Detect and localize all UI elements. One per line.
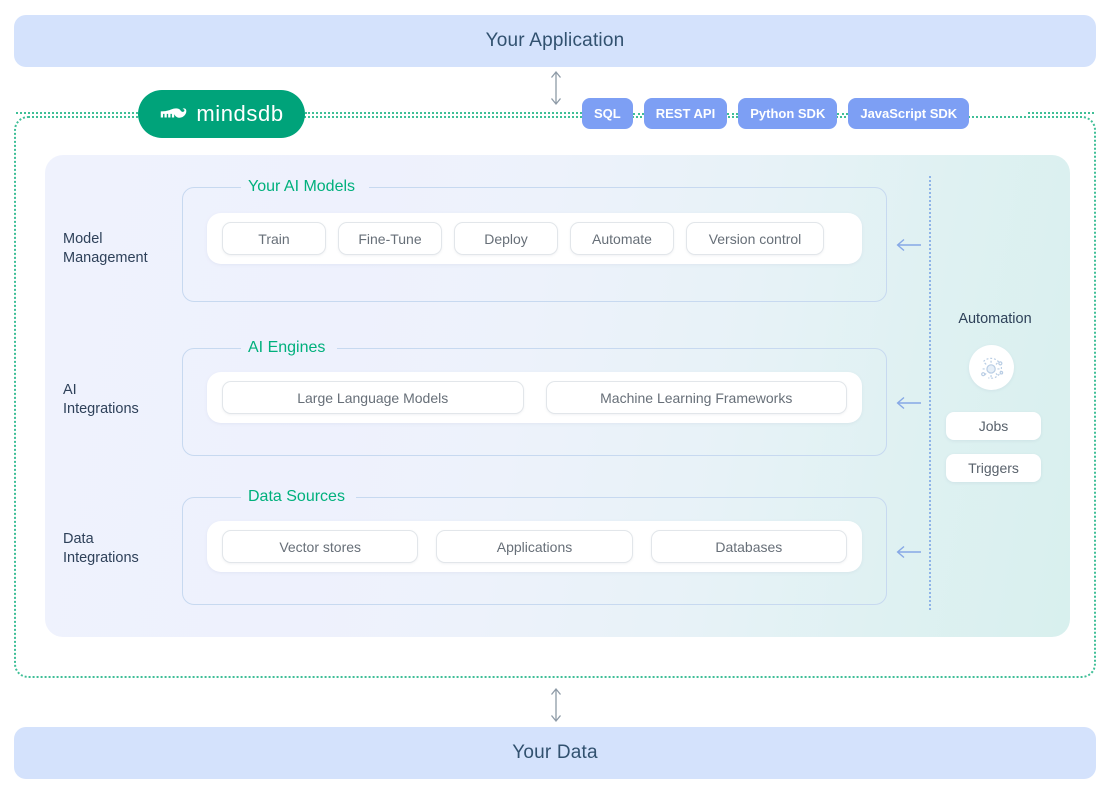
pill-version-control[interactable]: Version control: [686, 222, 824, 255]
badge-rest-api[interactable]: REST API: [644, 98, 727, 129]
arrow-left-icon-model-management: [896, 237, 922, 253]
badge-connector: [837, 98, 848, 129]
group-title-data-sources: Data Sources: [241, 487, 352, 507]
badge-javascript-sdk[interactable]: JavaScript SDK: [848, 98, 969, 129]
frame-connector-right: [1028, 112, 1094, 114]
double-arrow-vertical-icon: [547, 69, 565, 107]
pill-fine-tune[interactable]: Fine-Tune: [338, 222, 442, 255]
row-label-model-management: Model Management: [63, 230, 178, 268]
pill-train[interactable]: Train: [222, 222, 326, 255]
frame-connector-left: [16, 112, 138, 114]
interface-badges: SQL REST API Python SDK JavaScript SDK: [582, 98, 969, 129]
arrow-left-icon-data-integrations: [896, 544, 922, 560]
pill-tray-ai-integrations: Large Language Models Machine Learning F…: [207, 372, 862, 423]
pill-deploy[interactable]: Deploy: [454, 222, 558, 255]
pill-applications[interactable]: Applications: [436, 530, 632, 563]
pill-vector-stores[interactable]: Vector stores: [222, 530, 418, 563]
your-data-label: Your Data: [512, 742, 598, 764]
group-your-ai-models: Your AI Models Train Fine-Tune Deploy Au…: [182, 187, 887, 302]
pill-machine-learning-frameworks[interactable]: Machine Learning Frameworks: [546, 381, 848, 414]
your-data-band: Your Data: [14, 727, 1096, 779]
frame-connector-mid: [305, 112, 582, 114]
badge-connector: [727, 98, 738, 129]
automation-pill-triggers[interactable]: Triggers: [946, 454, 1041, 482]
pill-tray-model-management: Train Fine-Tune Deploy Automate Version …: [207, 213, 862, 264]
mindsdb-wordmark: mindsdb: [196, 103, 283, 125]
group-ai-engines: AI Engines Large Language Models Machine…: [182, 348, 887, 456]
your-application-label: Your Application: [486, 30, 625, 52]
arrow-left-icon-ai-integrations: [896, 395, 922, 411]
pill-tray-data-integrations: Vector stores Applications Databases: [207, 521, 862, 572]
row-label-ai-integrations: AI Integrations: [63, 381, 178, 419]
pill-large-language-models[interactable]: Large Language Models: [222, 381, 524, 414]
group-data-sources: Data Sources Vector stores Applications …: [182, 497, 887, 605]
automation-title: Automation: [951, 311, 1039, 327]
mindsdb-elephant-icon: [159, 103, 189, 125]
automation-divider: [929, 176, 931, 610]
badge-python-sdk[interactable]: Python SDK: [738, 98, 837, 129]
row-label-data-integrations: Data Integrations: [63, 530, 178, 568]
pill-automate[interactable]: Automate: [570, 222, 674, 255]
mindsdb-logo[interactable]: mindsdb: [138, 90, 305, 138]
pill-databases[interactable]: Databases: [651, 530, 847, 563]
group-title-your-ai-models: Your AI Models: [241, 177, 362, 197]
badge-connector: [633, 98, 644, 129]
double-arrow-vertical-icon-bottom: [547, 686, 565, 724]
automation-pill-jobs[interactable]: Jobs: [946, 412, 1041, 440]
your-application-band: Your Application: [14, 15, 1096, 67]
gear-automation-icon: [969, 345, 1014, 390]
badge-sql[interactable]: SQL: [582, 98, 633, 129]
group-title-ai-engines: AI Engines: [241, 338, 332, 358]
